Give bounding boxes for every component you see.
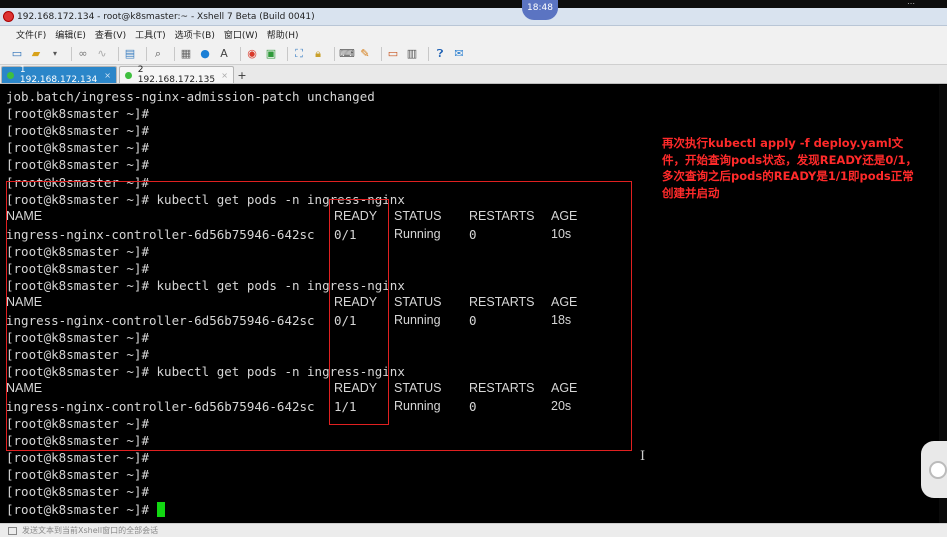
compose-bar-icon[interactable] — [8, 526, 17, 535]
menu-tools[interactable]: 工具(T) — [135, 28, 166, 41]
toolbar-separator — [146, 46, 147, 61]
terminal-prompt-line[interactable]: [root@k8smaster ~]# — [6, 501, 165, 518]
terminal-prompt: [root@k8smaster ~]# — [6, 502, 149, 517]
toolbar-separator — [118, 46, 119, 61]
connected-dot-icon — [125, 71, 132, 79]
annotation-box-outer — [6, 181, 632, 451]
terminal-line: [root@k8smaster ~]# — [6, 450, 149, 465]
menu-bar: 文件(F) 编辑(E) 查看(V) 工具(T) 选项卡(B) 窗口(W) 帮助(… — [0, 26, 947, 43]
toolbar-separator — [334, 46, 335, 61]
connected-dot-icon — [7, 71, 14, 79]
terminal-line: [root@k8smaster ~]# — [6, 123, 149, 138]
link-icon[interactable]: ∞ — [76, 47, 90, 61]
mouse-ibeam-cursor: I — [640, 449, 646, 464]
widget-ring-icon — [929, 461, 947, 479]
toolbar-separator — [71, 46, 72, 61]
highlight-icon[interactable]: ✎ — [358, 47, 372, 61]
terminal-line: job.batch/ingress-nginx-admission-patch … — [6, 89, 375, 104]
globe-icon[interactable]: ● — [198, 47, 212, 61]
add-tab-button[interactable]: + — [236, 69, 248, 83]
annotation-box-ready-column — [329, 199, 389, 425]
menu-view[interactable]: 查看(V) — [95, 28, 126, 41]
find-icon[interactable]: ⌕ — [151, 47, 165, 61]
tray-icon[interactable]: ⋯ — [907, 0, 923, 8]
open-folder-icon[interactable]: ▰ — [29, 47, 43, 61]
help-icon[interactable]: ❓︎ — [433, 47, 447, 61]
tab-label: 1 192.168.172.134 — [19, 65, 98, 85]
menu-help[interactable]: 帮助(H) — [267, 28, 299, 41]
terminal-cursor — [156, 502, 165, 517]
xshell-app-icon — [3, 11, 14, 22]
unlink-icon[interactable]: ∿ — [95, 47, 109, 61]
terminal-line: [root@k8smaster ~]# — [6, 140, 149, 155]
toolbar-separator — [240, 46, 241, 61]
screen-top-strip — [0, 0, 947, 8]
terminal-line: [root@k8smaster ~]# — [6, 157, 149, 172]
tab-close-icon[interactable]: × — [104, 71, 111, 80]
tab-session-2[interactable]: 2 192.168.172.135 × — [119, 65, 234, 85]
tab-close-icon[interactable]: × — [221, 71, 228, 80]
terminal-line: [root@k8smaster ~]# — [6, 106, 149, 121]
floating-side-widget[interactable] — [921, 441, 947, 498]
compose-icon[interactable]: ▭ — [386, 47, 400, 61]
script-icon[interactable]: ▦ — [179, 47, 193, 61]
clock-badge: 18:48 — [522, 0, 558, 20]
transfer-icon[interactable]: ▣ — [264, 47, 278, 61]
toolbar-separator — [287, 46, 288, 61]
terminal-line: [root@k8smaster ~]# — [6, 467, 149, 482]
window-titlebar: 192.168.172.134 - root@k8smaster:~ - Xsh… — [0, 8, 947, 26]
menu-tabs[interactable]: 选项卡(B) — [175, 28, 215, 41]
session-tab-bar: 1 192.168.172.134 × 2 192.168.172.135 × … — [0, 65, 947, 85]
annotation-note: 再次执行kubectl apply -f deploy.yaml文件，开始查询p… — [662, 136, 918, 200]
toolbar: ▭ ▰ ▾ ∞ ∿ ▤ ⌕ ▦ ● A ◉ ▣ ⛶ 🔒︎ ⌨ ✎ ▭ ▥ ❓︎ … — [0, 43, 947, 65]
layout-icon[interactable]: ▥ — [405, 47, 419, 61]
toolbar-separator — [428, 46, 429, 61]
terminal-line: [root@k8smaster ~]# — [6, 484, 149, 499]
lock-icon[interactable]: 🔒︎ — [311, 47, 325, 61]
fullscreen-icon[interactable]: ⛶ — [292, 47, 306, 61]
toolbar-separator — [174, 46, 175, 61]
new-session-icon[interactable]: ▭ — [10, 47, 24, 61]
chat-icon[interactable]: ✉ — [452, 47, 466, 61]
status-text: 发送文本到当前Xshell窗口的全部会话 — [22, 526, 159, 535]
window-title: 192.168.172.134 - root@k8smaster:~ - Xsh… — [17, 11, 315, 22]
tab-session-1[interactable]: 1 192.168.172.134 × — [1, 65, 117, 85]
properties-icon[interactable]: ▤ — [123, 47, 137, 61]
status-bar: 发送文本到当前Xshell窗口的全部会话 — [0, 523, 947, 537]
color-icon[interactable]: ◉ — [245, 47, 259, 61]
font-icon[interactable]: A — [217, 47, 231, 61]
toolbar-separator — [381, 46, 382, 61]
tab-label: 2 192.168.172.135 — [137, 65, 216, 85]
keyboard-icon[interactable]: ⌨ — [339, 47, 355, 61]
dropdown-icon[interactable]: ▾ — [48, 47, 62, 61]
menu-edit[interactable]: 编辑(E) — [55, 28, 86, 41]
menu-file[interactable]: 文件(F) — [16, 28, 46, 41]
menu-window[interactable]: 窗口(W) — [224, 28, 258, 41]
